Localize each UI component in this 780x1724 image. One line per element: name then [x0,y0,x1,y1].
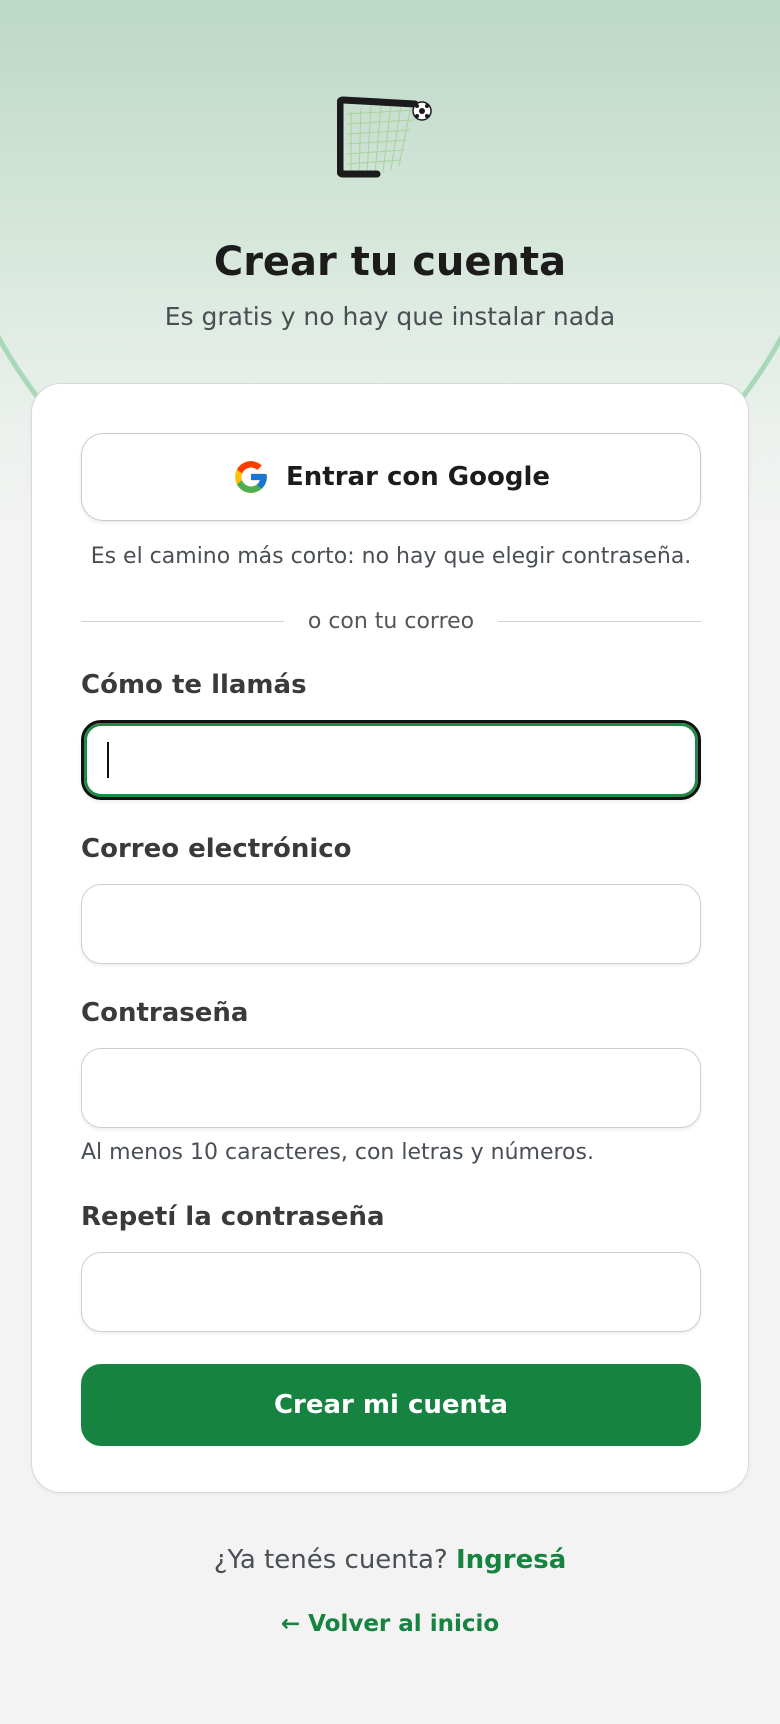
email-label: Correo electrónico [81,834,352,864]
text-caret [107,742,109,778]
google-signin-label: Entrar con Google [286,462,550,492]
divider-line-right [498,620,701,622]
login-prompt: ¿Ya tenés cuenta? Ingresá [0,1542,780,1578]
create-account-button[interactable]: Crear mi cuenta [81,1364,701,1446]
password-repeat-label: Repetí la contraseña [81,1202,385,1232]
password-repeat-input[interactable] [81,1252,701,1332]
goal-net-with-ball-icon [337,96,432,178]
back-home-link[interactable]: ← Volver al inicio [0,1608,780,1640]
name-label: Cómo te llamás [81,670,307,700]
google-logo-icon [235,461,267,493]
page-title: Crear tu cuenta [213,239,567,285]
name-input[interactable] [81,720,701,800]
page-subtitle: Es gratis y no hay que instalar nada [164,302,616,331]
divider-text: o con tu correo [307,608,475,634]
password-input[interactable] [81,1048,701,1128]
have-account-text: ¿Ya tenés cuenta? [213,1545,448,1575]
password-hint: Al menos 10 caracteres, con letras y núm… [81,1140,594,1165]
signup-card: Entrar con Google Es el camino más corto… [31,383,749,1493]
google-hint-text: Es el camino más corto: no hay que elegi… [90,544,692,569]
login-link[interactable]: Ingresá [456,1545,566,1575]
password-label: Contraseña [81,998,249,1028]
google-signin-button[interactable]: Entrar con Google [81,433,701,521]
email-input[interactable] [81,884,701,964]
or-divider: o con tu correo [81,606,701,636]
divider-line-left [81,620,284,622]
